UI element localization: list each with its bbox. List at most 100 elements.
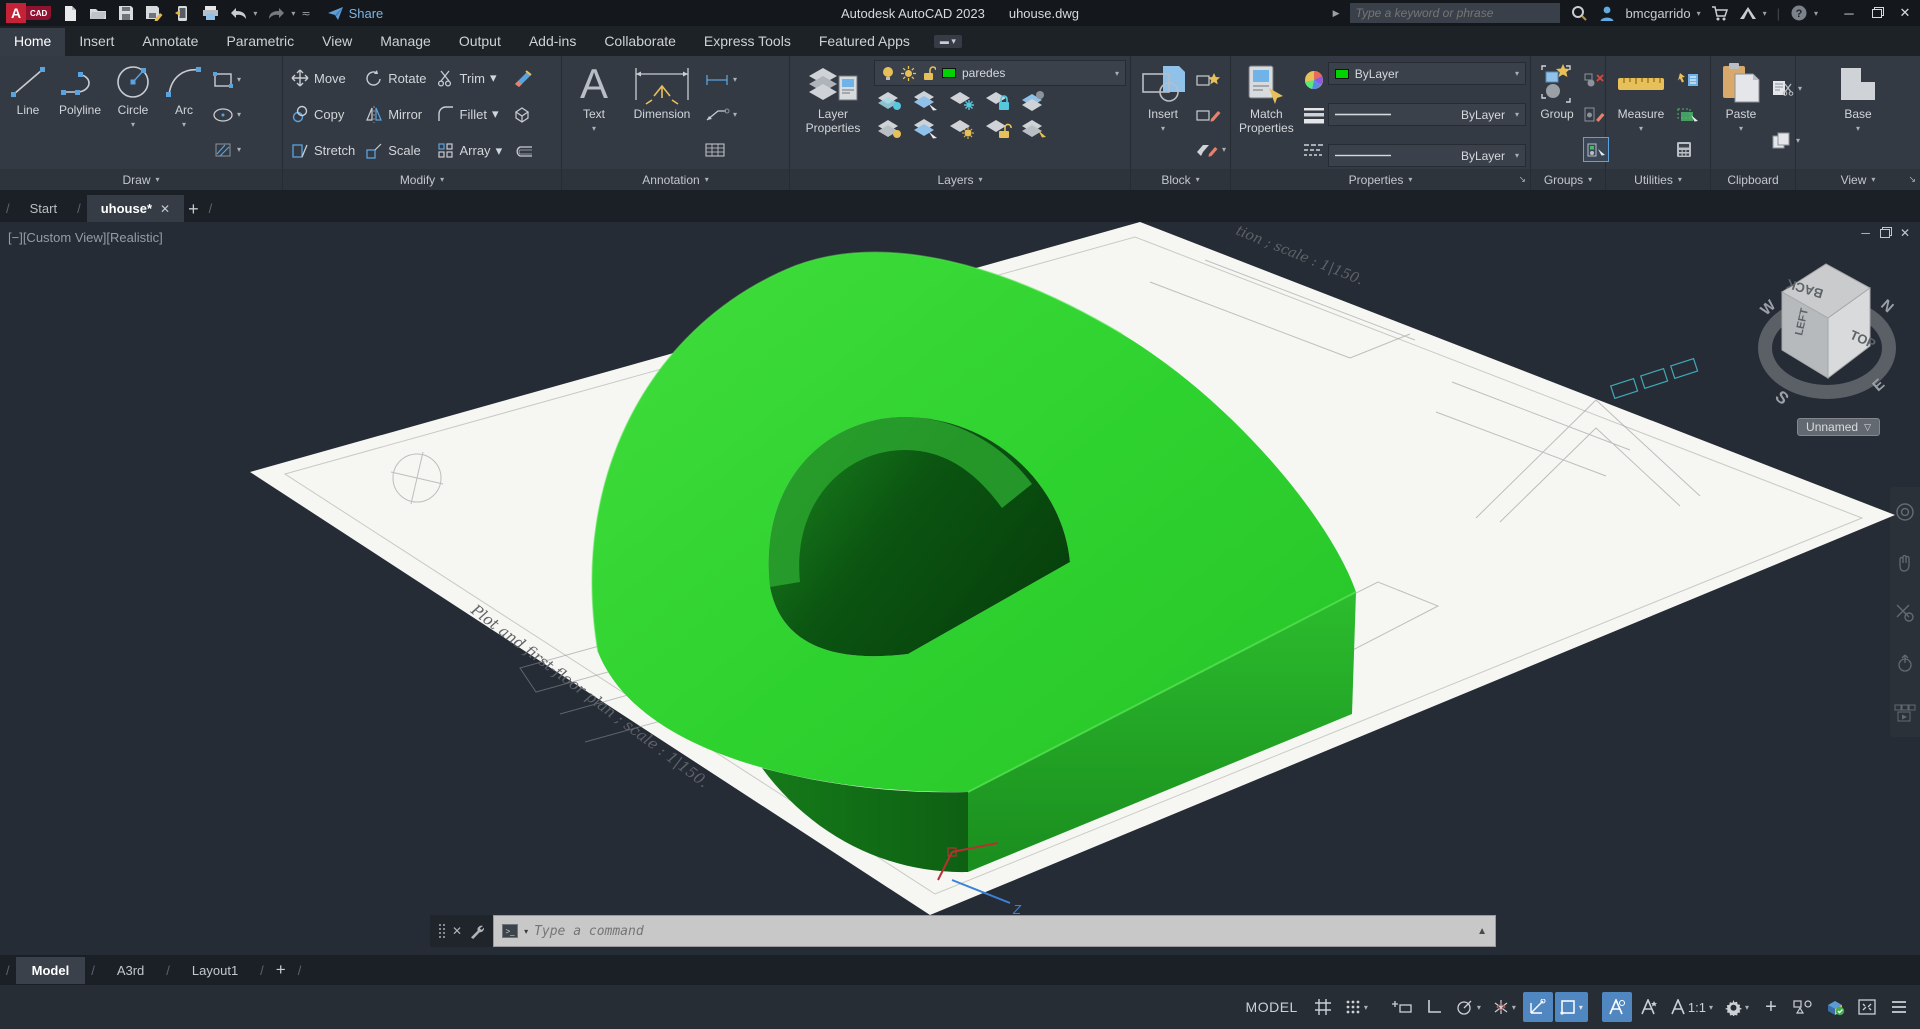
measure-button[interactable]: Measure ▾ [1610,60,1672,169]
tab-featured-apps[interactable]: Featured Apps [805,28,924,56]
layer-freeze-tool[interactable] [948,90,978,112]
save-to-mobile-icon[interactable] [173,4,191,22]
quick-select-tool[interactable] [1676,67,1700,92]
tab-output[interactable]: Output [445,28,515,56]
help-caret-icon[interactable]: ▾ [1814,9,1818,18]
redo-caret-icon[interactable]: ▾ [291,9,295,18]
layer-unlock-tool[interactable] [984,118,1014,140]
object-color-dropdown[interactable]: ByLayer ▾ [1327,62,1526,85]
user-menu-caret-icon[interactable]: ▾ [1697,9,1701,18]
view-launcher-icon[interactable]: ↘ [1908,174,1916,185]
help-icon[interactable]: ? [1790,4,1808,22]
tab-view[interactable]: View [308,28,366,56]
arc-button[interactable]: Arc ▾ [160,60,208,169]
copy-button[interactable]: Copy [287,102,359,127]
window-minimize-button[interactable]: ─ [1842,6,1856,21]
drawing-viewport[interactable]: [−][Custom View][Realistic] ─ ✕ Plot and… [0,222,1920,955]
customize-qat-icon[interactable]: ≂ [301,7,310,20]
layer-on-tool[interactable] [876,118,906,140]
undo-icon[interactable] [229,4,247,22]
file-tab-uhouse[interactable]: uhouse* ✕ [86,195,185,222]
command-grip[interactable]: ✕ [430,915,494,947]
make-current-tool[interactable] [1020,90,1050,112]
search-box[interactable] [1349,3,1560,23]
tab-home[interactable]: Home [0,28,66,56]
customize-wrench-icon[interactable] [469,923,485,939]
layer-isolate-tool[interactable] [912,90,942,112]
rectangle-tool[interactable]: ▾ [212,67,241,92]
grid-toggle[interactable] [1308,992,1338,1022]
block-panel-label[interactable]: Block ▾ [1131,169,1230,190]
define-attributes-tool[interactable]: ▾ [1195,137,1226,162]
polyline-button[interactable]: Polyline [54,60,106,169]
linetype-dropdown[interactable]: ByLayer ▾ [1327,144,1526,167]
line-button[interactable]: Line [4,60,52,169]
save-as-icon[interactable] [145,4,163,22]
layer-thaw-tool[interactable] [948,118,978,140]
explode-button[interactable] [508,102,538,127]
viewcube[interactable]: W N S E BACK LEFT TOP [1752,240,1902,430]
command-recent-caret-icon[interactable]: ▾ [524,927,528,936]
search-expand-icon[interactable]: ▶ [1333,8,1340,19]
viewport-minimize-icon[interactable]: ─ [1861,226,1870,240]
search-icon[interactable] [1570,4,1588,22]
group-button[interactable]: Group [1535,60,1579,169]
match-properties-button[interactable]: Match Properties [1235,60,1298,169]
layer-properties-button[interactable]: Layer Properties [794,60,872,169]
text-button[interactable]: A Text ▾ [566,60,622,169]
draw-panel-label[interactable]: Draw ▾ [0,169,282,190]
isodraft-toggle[interactable]: ▾ [1488,992,1521,1022]
groups-panel-label[interactable]: Groups ▾ [1531,169,1605,190]
customization-menu-button[interactable] [1884,992,1914,1022]
move-button[interactable]: Move [287,66,359,91]
fillet-button[interactable]: Fillet ▾ [433,102,507,127]
snap-toggle[interactable]: ▾ [1340,992,1373,1022]
circle-button[interactable]: Circle ▾ [108,60,158,169]
navigation-bar[interactable] [1890,487,1920,737]
layer-unisolate-tool[interactable] [912,118,942,140]
workspace-gear-button[interactable]: ▾ [1720,992,1754,1022]
view-panel-label[interactable]: View ▾ ↘ [1796,169,1920,190]
annotation-panel-label[interactable]: Annotation ▾ [562,169,789,190]
drag-handle-icon[interactable] [438,923,445,939]
trim-button[interactable]: Trim ▾ [433,66,507,91]
new-layout-button[interactable]: + [276,960,286,980]
annotation-autoscale-toggle[interactable] [1634,992,1664,1022]
search-input[interactable] [1355,6,1554,20]
clean-screen-button[interactable] [1852,992,1882,1022]
create-block-tool[interactable] [1195,67,1226,92]
new-drawing-tab-button[interactable]: + [188,199,199,220]
layer-match-tool[interactable] [1020,118,1050,140]
save-icon[interactable] [117,4,135,22]
autodesk-caret-icon[interactable]: ▾ [1763,9,1767,18]
table-tool[interactable] [704,137,737,162]
tab-parametric[interactable]: Parametric [212,28,308,56]
leader-tool[interactable]: ▾ [704,102,737,127]
command-line[interactable]: >_ ▾ ▲ [493,915,1496,947]
tab-manage[interactable]: Manage [366,28,445,56]
linear-dimension-tool[interactable]: ▾ [704,67,737,92]
tab-add-ins[interactable]: Add-ins [515,28,590,56]
quick-calculator-tool[interactable] [1676,137,1700,162]
ortho-toggle[interactable] [1419,992,1449,1022]
user-avatar-icon[interactable] [1598,4,1616,22]
model-space-button[interactable]: MODEL [1238,992,1306,1022]
layout-tab-model[interactable]: Model [15,956,86,984]
tab-collaborate[interactable]: Collaborate [590,28,690,56]
isolate-objects-button[interactable] [1788,992,1818,1022]
polar-tracking-toggle[interactable]: ▾ [1451,992,1486,1022]
modify-panel-label[interactable]: Modify ▾ [283,169,561,190]
osnap-tracking-toggle[interactable] [1522,992,1553,1022]
utilities-panel-label[interactable]: Utilities ▾ [1606,169,1710,190]
file-tab-start[interactable]: Start [16,195,71,222]
select-similar-tool[interactable] [1676,102,1700,127]
username[interactable]: bmcgarrido [1626,6,1691,21]
layer-off-tool[interactable] [876,90,906,112]
share-button[interactable]: Share [327,6,383,21]
clipboard-panel-label[interactable]: Clipboard [1711,169,1795,190]
rotate-button[interactable]: Rotate [361,66,430,91]
named-view-dropdown[interactable]: Unnamed ▽ [1797,418,1880,436]
base-button[interactable]: Base ▾ [1828,60,1888,169]
stretch-button[interactable]: Stretch [287,138,359,163]
plot-icon[interactable] [201,4,219,22]
